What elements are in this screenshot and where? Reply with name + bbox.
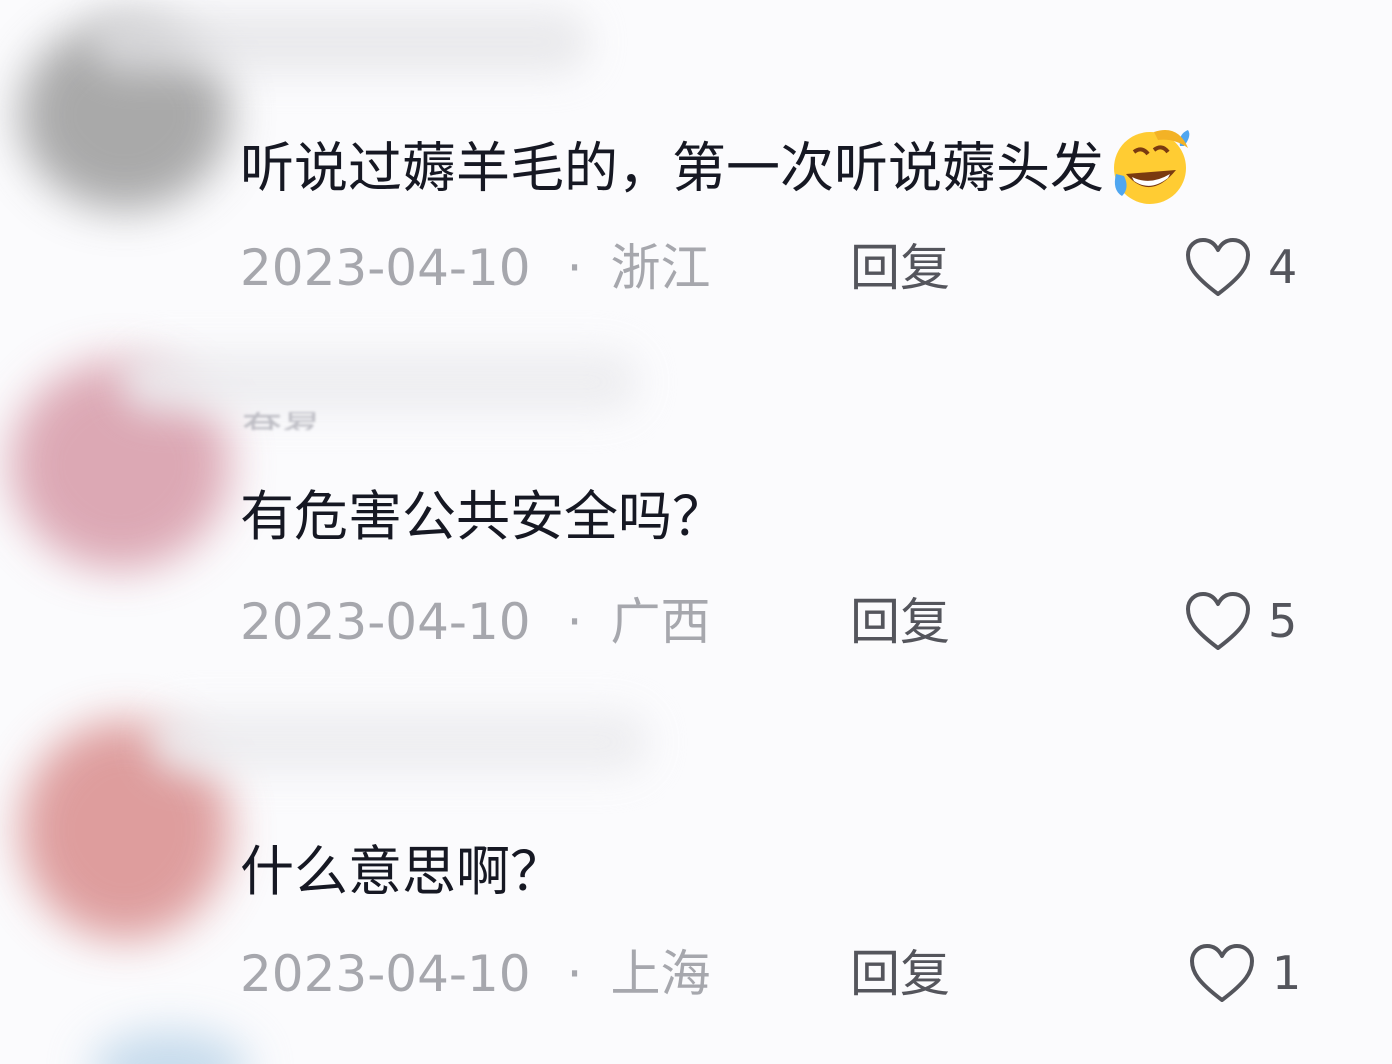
comment-text: 什么意思啊？ <box>240 840 564 904</box>
username-blurred[interactable] <box>150 710 650 774</box>
comment-meta: 2023-04-10 · 上海 <box>240 944 710 1004</box>
reply-button[interactable]: 回复 <box>850 944 950 1004</box>
comment-item: 什么意思啊？ 2023-04-10 · 上海 回复 1 <box>0 0 1392 1064</box>
comment-location: 上海 <box>610 945 711 1003</box>
meta-separator: · <box>566 945 583 1003</box>
comment-text-content: 什么意思啊？ <box>240 840 564 903</box>
heart-outline-icon <box>1190 944 1254 1002</box>
avatar[interactable] <box>90 1030 250 1064</box>
like-button[interactable]: 1 <box>1188 938 1301 1008</box>
like-count: 1 <box>1272 946 1302 1000</box>
comment-date: 2023-04-10 <box>240 945 531 1003</box>
